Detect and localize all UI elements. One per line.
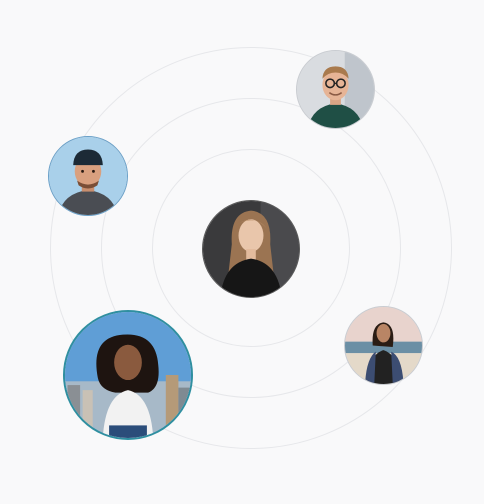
orbit-avatar-graphic (0, 0, 484, 504)
avatar-woman-city-icon (65, 312, 191, 438)
avatar-man-glasses-icon (297, 51, 374, 128)
avatar-woman-beach-icon (345, 307, 422, 384)
avatar-woman-portrait-dark-icon (203, 201, 299, 297)
avatar-left (48, 136, 128, 216)
avatar-center (202, 200, 300, 298)
avatar-top-right (296, 50, 375, 129)
avatar-man-cap-icon (49, 137, 127, 215)
avatar-bottom-right (344, 306, 423, 385)
avatar-bottom-left (63, 310, 193, 440)
